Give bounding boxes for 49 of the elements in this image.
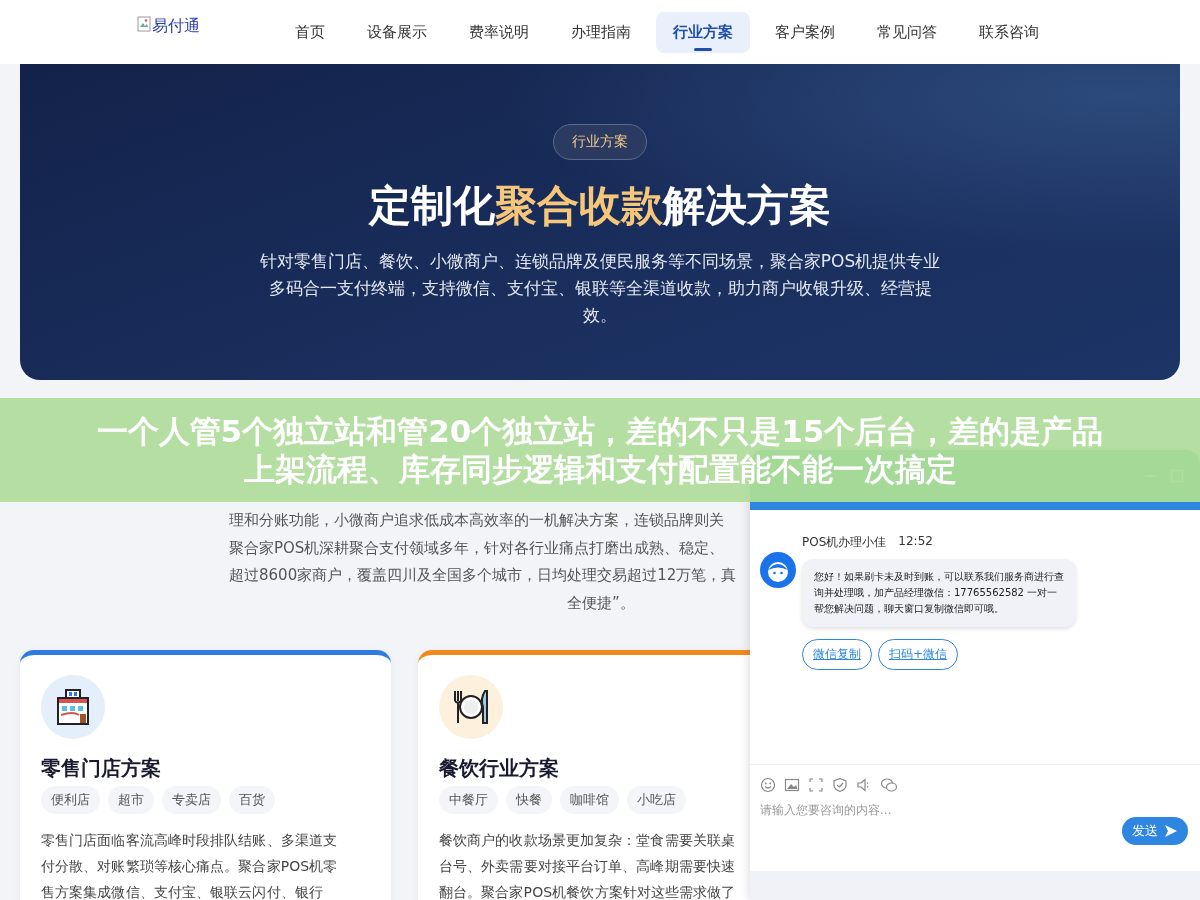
category-tag: 小吃店 — [627, 786, 686, 814]
storefront-icon — [56, 689, 90, 725]
shield-icon[interactable] — [832, 777, 848, 793]
category-tag: 快餐 — [506, 786, 552, 814]
emoji-icon[interactable] — [760, 777, 776, 793]
nav-tab[interactable]: 客户案例 — [758, 11, 852, 53]
hero-description: 针对零售门店、餐饮、小微商户、连锁品牌及便民服务等不同场景，聚合家POS机提供专业多码合一支付终端，支持微信、支付宝、银联等全渠道收款，助力商户收银升级、经营提效。 — [258, 250, 942, 327]
image-icon[interactable] — [784, 777, 800, 793]
intro-text-line: 理和分账功能，小微商户追求低成本高效率的一机解决方案，连锁品牌则关 — [229, 510, 724, 531]
broken-image-icon — [137, 16, 151, 32]
send-icon — [1164, 824, 1178, 838]
intro-text-line: 聚合家POS机深耕聚合支付领域多年，针对各行业痛点打磨出成熟、稳定、 — [229, 537, 725, 559]
nav-tab[interactable]: 行业方案 — [656, 11, 750, 53]
category-tag: 中餐厅 — [439, 786, 498, 814]
logo-link[interactable]: 易付通 — [137, 16, 257, 37]
card-text-line: 零售门店面临客流高峰时段排队结账、多渠道支 — [41, 831, 339, 850]
card-text-line: 售方案集成微信、支付宝、银联云闪付、银行 — [41, 883, 324, 900]
chat-bubbles-icon[interactable] — [880, 777, 898, 793]
agent-name: POS机办理小佳 — [802, 534, 887, 551]
card-title: 零售门店方案 — [41, 755, 162, 782]
caption-text-line: 上架流程、库存同步逻辑和支付配置能不能一次搞定 — [243, 450, 957, 488]
hero-badge: 行业方案 — [553, 124, 647, 160]
category-tag: 专卖店 — [162, 786, 221, 814]
card-text-line: 付分散、对账繁琐等核心痛点。聚合家POS机零 — [41, 857, 339, 876]
hero-title: 定制化聚合收款解决方案 — [369, 180, 831, 232]
agent-avatar-icon — [760, 552, 796, 588]
nav-tab[interactable]: 费率说明 — [452, 11, 546, 53]
category-tag: 咖啡馆 — [560, 786, 619, 814]
nav-tab[interactable]: 联系咨询 — [962, 11, 1056, 53]
message-input[interactable]: 请输入您要咨询的内容... — [760, 799, 1122, 821]
category-tag: 超市 — [108, 786, 154, 814]
plate-cutlery-icon — [452, 689, 490, 725]
message-bubble: 您好！如果刷卡未及时到账，可以联系我们服务商进行查询并处理哦，加产品经理微信：17765562582 一对一帮您解决问题，聊天窗口复制微信即可哦。 — [802, 559, 1076, 627]
intro-text-line: 全便捷”。 — [567, 592, 635, 614]
fullscreen-icon[interactable] — [808, 777, 824, 793]
category-tag: 百货 — [229, 786, 275, 814]
send-button[interactable]: 发送 — [1122, 817, 1188, 845]
nav-tab[interactable]: 办理指南 — [554, 11, 648, 53]
card-text-line: 台号、外卖需要对接平台订单、高峰期需要快速 — [439, 857, 737, 876]
message-time: 12:52 — [898, 534, 933, 550]
nav-tab[interactable]: 首页 — [278, 11, 342, 53]
intro-text-line: 超过8600家商户，覆盖四川及全国多个城市，日均处理交易超过12万笔，真 — [229, 565, 737, 586]
card-title: 餐饮行业方案 — [439, 755, 560, 782]
nav-tab[interactable]: 常见问答 — [860, 11, 954, 53]
card-text-line: 翻台。聚合家POS机餐饮方案针对这些需求做了 — [439, 883, 737, 900]
category-tag: 便利店 — [41, 786, 100, 814]
nav-tab[interactable]: 设备展示 — [350, 11, 444, 53]
card-text-line: 餐饮商户的收款场景更加复杂：堂食需要关联桌 — [439, 831, 737, 850]
caption-text-line: 一个人管5个独立站和管20个独立站，差的不只是15个后台，差的是产品 — [96, 412, 1104, 450]
